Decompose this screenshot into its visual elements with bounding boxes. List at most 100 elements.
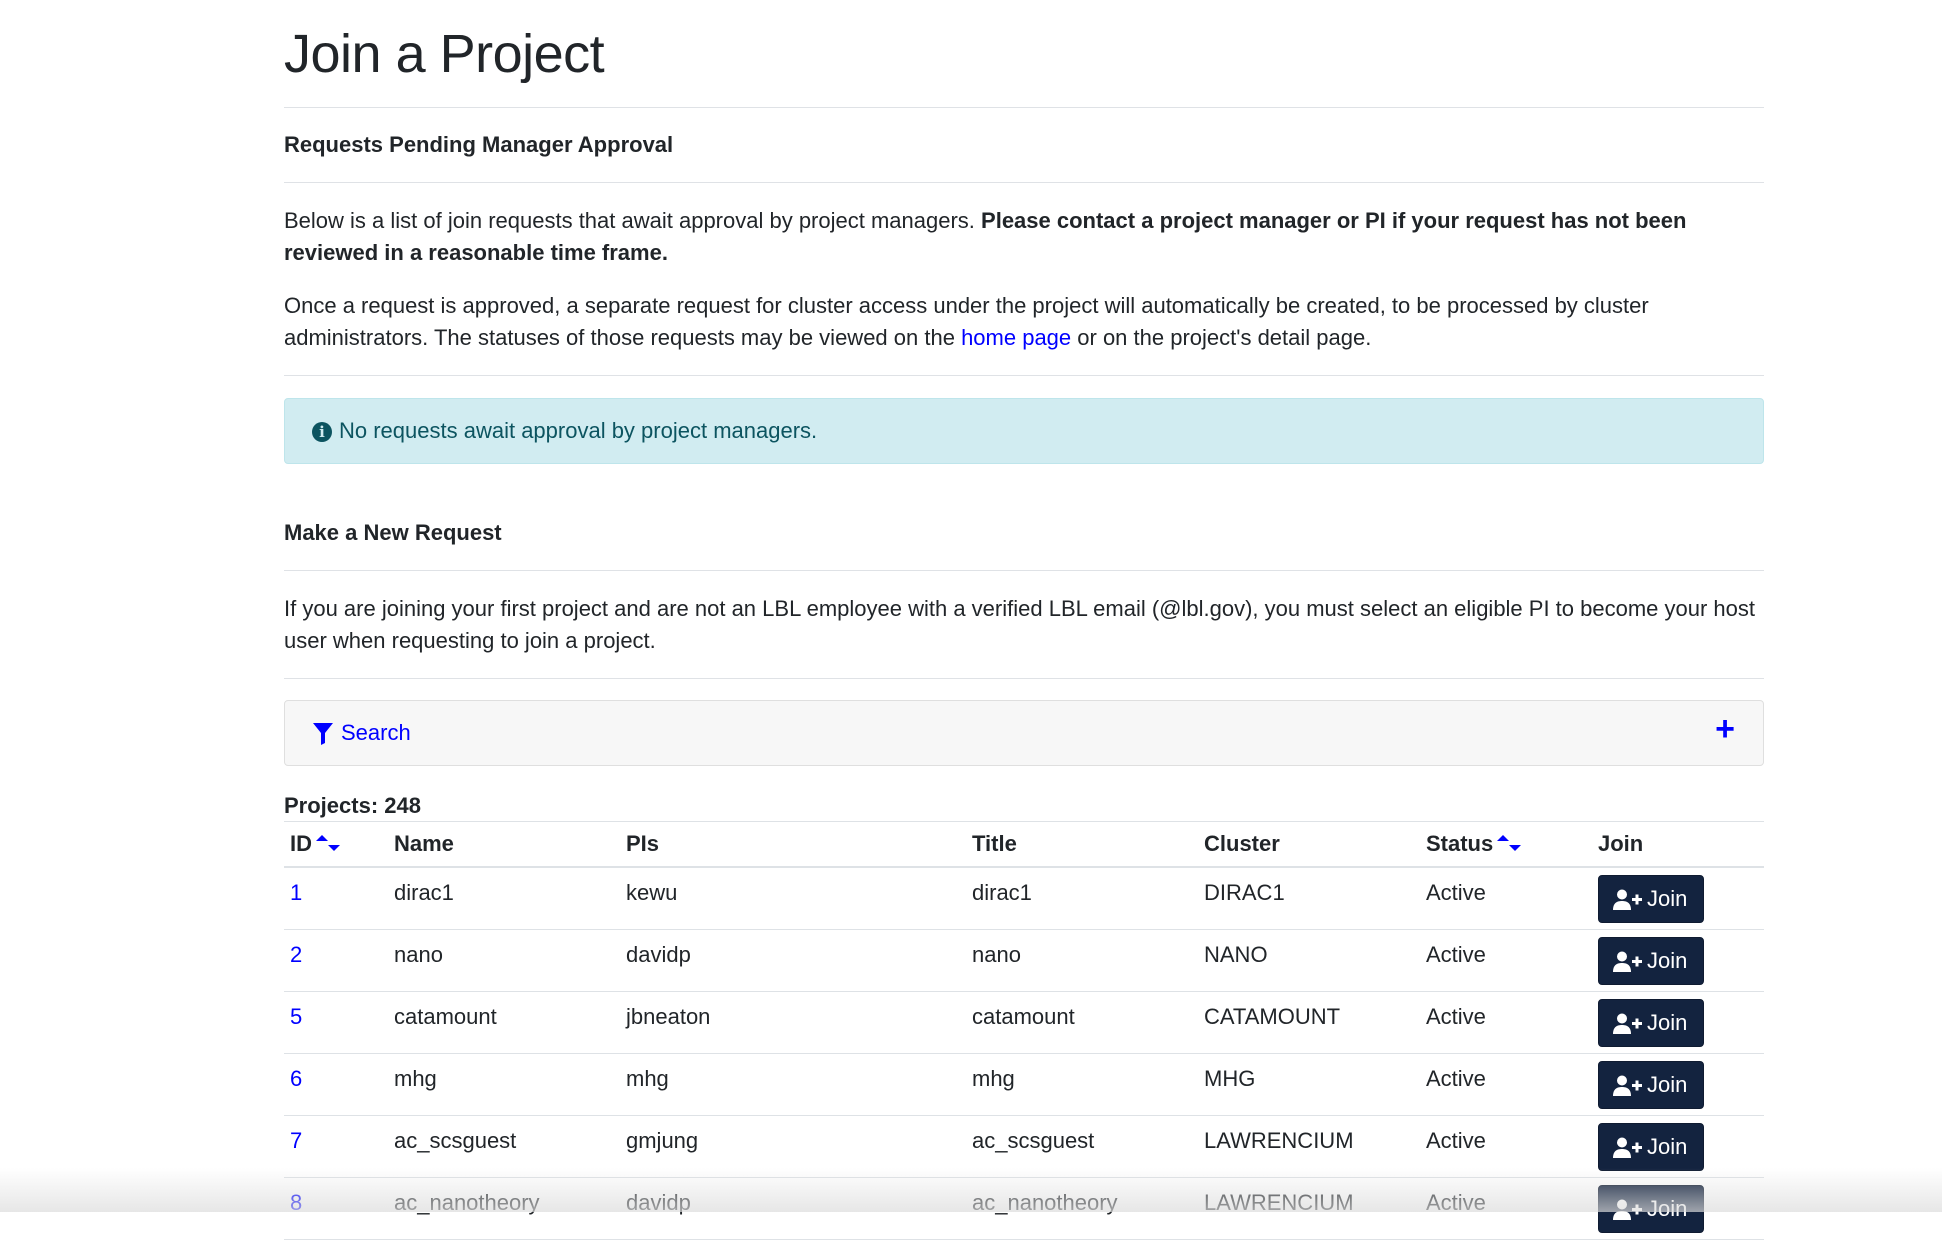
table-row: 2 nano davidp nano NANO Active Join	[284, 929, 1764, 992]
project-id-link[interactable]: 5	[290, 1004, 302, 1029]
join-button[interactable]: Join	[1598, 1061, 1704, 1109]
sort-id-controls	[316, 833, 340, 857]
column-header-status: Status	[1420, 821, 1592, 868]
join-button-label: Join	[1647, 1072, 1688, 1097]
project-cluster-cell: LAWRENCIUM	[1198, 1115, 1420, 1178]
table-row: 1 dirac1 kewu dirac1 DIRAC1 Active Join	[284, 867, 1764, 930]
project-id-link[interactable]: 1	[290, 880, 302, 905]
user-plus-icon	[1613, 1075, 1642, 1096]
approval-info-paragraph: Once a request is approved, a separate r…	[284, 290, 1764, 354]
project-id-cell: 7	[284, 1115, 388, 1178]
project-join-cell: Join	[1592, 1115, 1764, 1178]
join-button-label: Join	[1647, 1010, 1688, 1035]
search-toggle-label[interactable]: Search	[341, 719, 411, 747]
filter-icon	[312, 722, 334, 751]
join-button-label: Join	[1647, 948, 1688, 973]
info-circle-icon: i	[312, 422, 332, 442]
column-header-cluster: Cluster	[1198, 821, 1420, 868]
column-header-name: Name	[388, 821, 620, 868]
join-button[interactable]: Join	[1598, 999, 1704, 1047]
project-cluster-cell: MHG	[1198, 1053, 1420, 1116]
project-id-link[interactable]: 8	[290, 1190, 302, 1215]
project-title-cell: mhg	[966, 1053, 1198, 1116]
project-status-cell: Active	[1420, 991, 1592, 1054]
project-cluster-cell: LAWRENCIUM	[1198, 1177, 1420, 1240]
project-id-link[interactable]: 7	[290, 1128, 302, 1153]
project-name-cell: ac_nanotheory	[388, 1177, 620, 1240]
divider	[284, 678, 1764, 679]
no-pending-requests-alert: i No requests await approval by project …	[284, 398, 1764, 464]
project-id-cell: 6	[284, 1053, 388, 1116]
project-pis-cell: jbneaton	[620, 991, 966, 1054]
table-row: 5 catamount jbneaton catamount CATAMOUNT…	[284, 991, 1764, 1054]
project-id-link[interactable]: 6	[290, 1066, 302, 1091]
project-id-link[interactable]: 2	[290, 942, 302, 967]
projects-count: Projects: 248	[284, 793, 421, 818]
table-row: 8 ac_nanotheory davidp ac_nanotheory LAW…	[284, 1177, 1764, 1240]
divider	[284, 107, 1764, 108]
table-row: 6 mhg mhg mhg MHG Active Join	[284, 1053, 1764, 1116]
projects-table-body: 1 dirac1 kewu dirac1 DIRAC1 Active Join …	[284, 867, 1764, 1240]
alert-message: No requests await approval by project ma…	[339, 418, 818, 443]
column-header-status-label: Status	[1426, 830, 1494, 856]
sort-status-controls	[1497, 833, 1522, 857]
project-cluster-cell: DIRAC1	[1198, 867, 1420, 930]
project-title-cell: ac_nanotheory	[966, 1177, 1198, 1240]
sort-ascending-icon[interactable]	[1497, 835, 1510, 842]
approval-info-text-2: or on the project's detail page.	[1071, 325, 1372, 350]
project-id-cell: 8	[284, 1177, 388, 1240]
divider	[284, 375, 1764, 376]
join-button[interactable]: Join	[1598, 875, 1704, 923]
project-join-cell: Join	[1592, 929, 1764, 992]
sort-ascending-icon[interactable]	[316, 835, 328, 842]
project-title-cell: dirac1	[966, 867, 1198, 930]
project-cluster-cell: NANO	[1198, 929, 1420, 992]
project-cluster-cell: CATAMOUNT	[1198, 991, 1420, 1054]
plus-icon[interactable]: +	[1715, 712, 1735, 746]
project-title-cell: ac_scsguest	[966, 1115, 1198, 1178]
project-id-cell: 5	[284, 991, 388, 1054]
user-plus-icon	[1613, 1199, 1642, 1220]
table-row: 7 ac_scsguest gmjung ac_scsguest LAWRENC…	[284, 1115, 1764, 1178]
sort-descending-icon[interactable]	[328, 845, 340, 852]
project-join-cell: Join	[1592, 991, 1764, 1054]
project-name-cell: dirac1	[388, 867, 620, 930]
project-id-cell: 1	[284, 867, 388, 930]
join-button-label: Join	[1647, 1134, 1688, 1159]
project-status-cell: Active	[1420, 867, 1592, 930]
join-button-label: Join	[1647, 1196, 1688, 1221]
project-pis-cell: gmjung	[620, 1115, 966, 1178]
join-button[interactable]: Join	[1598, 1123, 1704, 1171]
user-plus-icon	[1613, 1013, 1642, 1034]
user-plus-icon	[1613, 1137, 1642, 1158]
project-title-cell: catamount	[966, 991, 1198, 1054]
project-status-cell: Active	[1420, 1115, 1592, 1178]
user-plus-icon	[1613, 951, 1642, 972]
column-header-pis: PIs	[620, 821, 966, 868]
project-pis-cell: davidp	[620, 1177, 966, 1240]
join-button[interactable]: Join	[1598, 1185, 1704, 1233]
project-status-cell: Active	[1420, 929, 1592, 992]
home-page-link[interactable]: home page	[961, 325, 1071, 350]
project-pis-cell: davidp	[620, 929, 966, 992]
project-status-cell: Active	[1420, 1177, 1592, 1240]
join-button[interactable]: Join	[1598, 937, 1704, 985]
project-name-cell: nano	[388, 929, 620, 992]
search-panel[interactable]: Search +	[284, 700, 1764, 766]
new-request-description: If you are joining your first project an…	[284, 596, 1756, 653]
new-request-section-heading: Make a New Request	[284, 520, 502, 545]
project-pis-cell: mhg	[620, 1053, 966, 1116]
project-status-cell: Active	[1420, 1053, 1592, 1116]
pending-intro-paragraph: Below is a list of join requests that aw…	[284, 205, 1764, 269]
table-header-row: ID Name PIs Title Cluster Status Join	[284, 821, 1764, 868]
project-title-cell: nano	[966, 929, 1198, 992]
project-join-cell: Join	[1592, 1053, 1764, 1116]
project-name-cell: mhg	[388, 1053, 620, 1116]
project-join-cell: Join	[1592, 867, 1764, 930]
sort-descending-icon[interactable]	[1509, 845, 1522, 852]
divider	[284, 570, 1764, 571]
divider	[284, 182, 1764, 183]
column-header-join: Join	[1592, 821, 1764, 868]
column-header-id-label: ID	[290, 830, 312, 856]
join-button-label: Join	[1647, 886, 1688, 911]
